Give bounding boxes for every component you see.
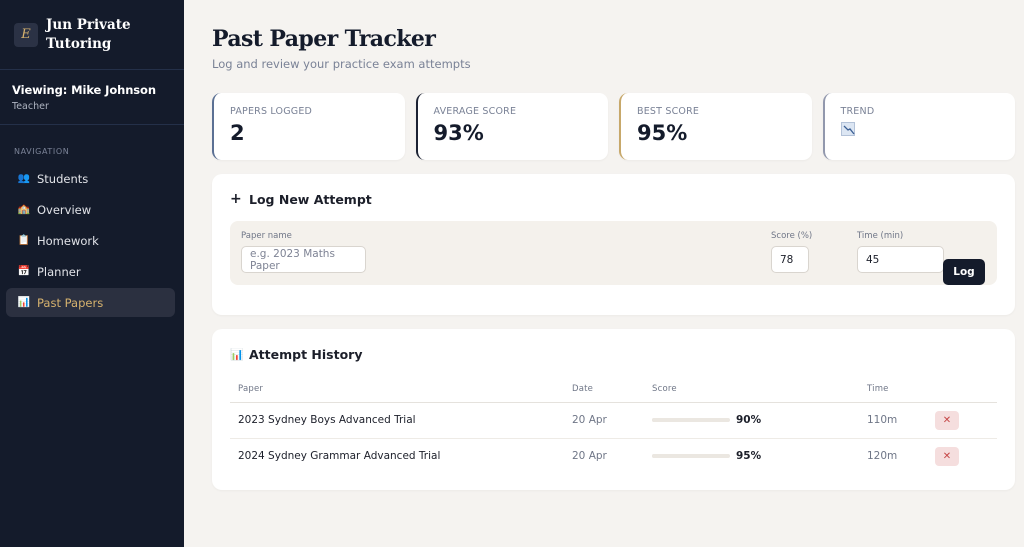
close-icon: ✕	[942, 414, 952, 426]
attempt-history-table: Paper Date Score Time 2023 Sydney Boys A…	[230, 376, 997, 474]
sidebar-item-label: Homework	[37, 233, 99, 248]
trend-down-icon	[840, 122, 855, 136]
viewer-info: Viewing: Mike Johnson Teacher	[0, 70, 184, 125]
score-label: Score (%)	[771, 231, 813, 241]
stat-value: 93%	[433, 121, 484, 145]
score-bar-fill	[652, 418, 723, 422]
sidebar-item-past-papers[interactable]: 📊 Past Papers	[6, 288, 175, 317]
log-attempt-form: Paper name e.g. 2023 Maths Paper Score (…	[230, 221, 997, 285]
score-input[interactable]: 78	[771, 246, 809, 273]
people-icon: 👥	[17, 173, 31, 184]
attempt-history-heading: 📊 Attempt History	[230, 347, 997, 362]
sidebar-item-students[interactable]: 👥 Students	[6, 164, 175, 193]
log-attempt-card: + Log New Attempt Paper name e.g. 2023 M…	[212, 174, 1015, 315]
sidebar: E Jun Private Tutoring Viewing: Mike Joh…	[0, 0, 184, 547]
score-cell: 90%	[644, 402, 859, 439]
time-group: Time (min) 45	[857, 231, 944, 273]
viewer-role: Teacher	[12, 101, 49, 112]
paper-name-input[interactable]: e.g. 2023 Maths Paper	[241, 246, 366, 273]
score-bar-fill	[652, 454, 727, 459]
log-attempt-title: Log New Attempt	[249, 191, 372, 207]
close-icon: ✕	[942, 450, 952, 462]
table-row: 2024 Sydney Grammar Advanced Trial 20 Ap…	[230, 438, 997, 474]
attempt-history-title: Attempt History	[249, 347, 363, 362]
sidebar-item-label: Planner	[37, 264, 81, 279]
score-bar	[652, 454, 730, 459]
actions-cell: ✕	[927, 438, 997, 474]
column-header-paper: Paper	[230, 376, 564, 403]
sidebar-item-overview[interactable]: 🏫 Overview	[6, 195, 175, 224]
clipboard-icon: 📋	[17, 235, 31, 246]
column-header-time: Time	[859, 376, 927, 403]
viewer-name: Viewing: Mike Johnson	[12, 83, 156, 97]
delete-button[interactable]: ✕	[935, 410, 959, 430]
calendar-icon: 📅	[17, 266, 31, 277]
stat-card-papers-logged: PAPERS LOGGED 2	[212, 93, 405, 160]
stat-card-best-score: BEST SCORE 95%	[619, 93, 812, 160]
table-row: 2023 Sydney Boys Advanced Trial 20 Apr 9…	[230, 402, 997, 439]
stats-row: PAPERS LOGGED 2 AVERAGE SCORE 93% BEST S…	[212, 93, 1015, 160]
plus-icon: +	[230, 191, 242, 207]
stat-card-average-score: AVERAGE SCORE 93%	[415, 93, 608, 160]
paper-cell: 2024 Sydney Grammar Advanced Trial	[238, 450, 441, 463]
date-cell: 20 Apr	[564, 402, 644, 439]
sidebar-item-planner[interactable]: 📅 Planner	[6, 257, 175, 286]
nav-heading: NAVIGATION	[14, 147, 70, 156]
score-cell: 95%	[644, 438, 859, 474]
date-cell: 20 Apr	[572, 450, 607, 463]
table-header-row: Paper Date Score Time	[230, 376, 997, 403]
time-cell: 110m	[859, 402, 927, 439]
column-header-score: Score	[644, 376, 859, 403]
sidebar-item-label: Students	[37, 171, 89, 186]
page-title: Past Paper Tracker	[212, 26, 436, 52]
stat-card-trend: TREND	[822, 93, 1015, 160]
main-content: Past Paper Tracker Log and review your p…	[184, 0, 1024, 547]
stat-value: 95%	[637, 121, 688, 145]
sidebar-item-label: Past Papers	[37, 295, 104, 310]
score-group: Score (%) 78	[771, 231, 812, 273]
brand-logo: E	[14, 22, 38, 47]
delete-button[interactable]: ✕	[935, 446, 959, 466]
nav-list: 👥 Students 🏫 Overview 📋 Homework 📅 Plann…	[0, 164, 184, 317]
stat-label: TREND	[840, 106, 875, 117]
time-cell: 120m	[867, 450, 898, 463]
bar-chart-icon: 📊	[17, 297, 31, 308]
brand-name: Jun Private Tutoring	[46, 16, 131, 52]
column-header-actions	[927, 376, 997, 403]
score-percent: 95%	[736, 450, 762, 463]
sidebar-item-homework[interactable]: 📋 Homework	[6, 226, 175, 255]
stat-label: BEST SCORE	[637, 106, 700, 117]
paper-cell: 2023 Sydney Boys Advanced Trial	[230, 402, 564, 439]
log-button[interactable]: Log	[943, 259, 985, 285]
sidebar-item-label: Overview	[37, 202, 92, 217]
paper-name-group: Paper name e.g. 2023 Maths Paper	[241, 231, 366, 273]
score-bar	[652, 418, 730, 422]
paper-name-label: Paper name	[241, 231, 292, 241]
brand: E Jun Private Tutoring	[0, 0, 184, 70]
stat-label: PAPERS LOGGED	[230, 106, 313, 117]
actions-cell: ✕	[927, 402, 997, 439]
house-icon: 🏫	[17, 204, 31, 215]
attempt-history-card: 📊 Attempt History Paper Date Score Time …	[212, 329, 1015, 490]
time-input[interactable]: 45	[857, 246, 944, 273]
page-subtitle: Log and review your practice exam attemp…	[212, 57, 471, 71]
stat-value: 2	[230, 121, 245, 145]
bar-chart-icon: 📊	[230, 348, 244, 361]
log-attempt-heading: + Log New Attempt	[230, 191, 997, 207]
column-header-date: Date	[564, 376, 644, 403]
score-percent: 90%	[736, 414, 762, 426]
time-label: Time (min)	[857, 231, 904, 241]
stat-label: AVERAGE SCORE	[433, 106, 517, 117]
